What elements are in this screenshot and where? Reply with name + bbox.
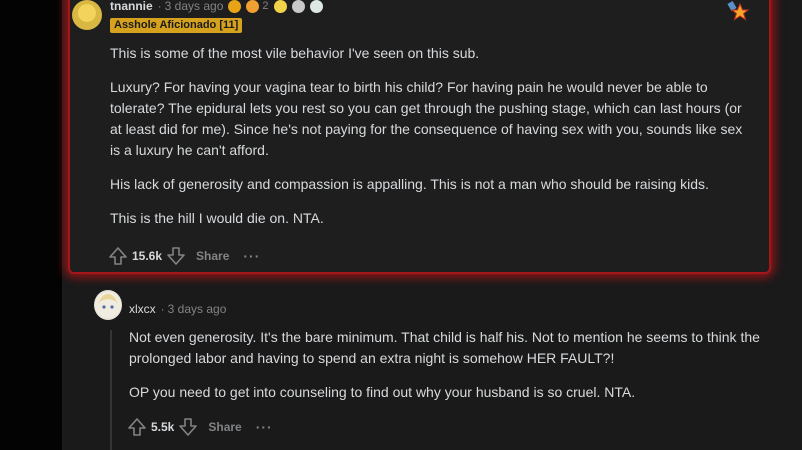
- upvote-icon[interactable]: [127, 417, 147, 437]
- avatar[interactable]: [72, 0, 102, 30]
- more-options-button[interactable]: ···: [256, 419, 273, 435]
- comment-body: Not even generosity. It's the bare minim…: [129, 327, 769, 416]
- award-icon[interactable]: [291, 0, 305, 13]
- username[interactable]: tnannie: [110, 0, 153, 13]
- downvote-icon[interactable]: [166, 246, 186, 266]
- timestamp[interactable]: 3 days ago: [168, 302, 227, 316]
- comment-header: xlxcx · 3 days ago: [129, 302, 226, 316]
- separator-dot: ·: [157, 0, 162, 13]
- thread-line[interactable]: [110, 330, 112, 450]
- left-margin: [0, 0, 62, 450]
- downvote-icon[interactable]: [178, 417, 198, 437]
- comment-actions: 5.5k Share ···: [127, 417, 273, 437]
- separator-dot: ·: [160, 302, 165, 316]
- more-options-button[interactable]: ···: [243, 248, 260, 264]
- award-icon[interactable]: [228, 0, 242, 13]
- comment-paragraph: This is the hill I would die on. NTA.: [110, 210, 324, 226]
- upvote-icon[interactable]: [108, 246, 128, 266]
- username[interactable]: xlxcx: [129, 302, 156, 316]
- user-flair: Asshole Aficionado [11]: [110, 18, 243, 33]
- comment-paragraph: His lack of generosity and compassion is…: [110, 176, 709, 192]
- comment-paragraph: Not even generosity. It's the bare minim…: [129, 329, 760, 366]
- comment-paragraph: OP you need to get into counseling to fi…: [129, 384, 636, 400]
- award-count: 2: [262, 0, 269, 12]
- vote-score: 15.6k: [132, 249, 163, 263]
- award-star-icon[interactable]: [727, 0, 749, 22]
- award-icon[interactable]: [246, 0, 260, 13]
- comment-header: tnannie · 3 days ago 2: [110, 0, 323, 14]
- award-icon[interactable]: [273, 0, 287, 13]
- share-button[interactable]: Share: [208, 420, 241, 434]
- vote-score: 5.5k: [151, 420, 175, 434]
- comment-actions: 15.6k Share ···: [108, 246, 260, 266]
- comment-paragraph: This is some of the most vile behavior I…: [110, 45, 480, 61]
- avatar[interactable]: [94, 290, 122, 320]
- timestamp[interactable]: 3 days ago: [165, 0, 224, 13]
- share-button[interactable]: Share: [196, 249, 229, 263]
- award-icon[interactable]: [309, 0, 323, 13]
- comment-paragraph: Luxury? For having your vagina tear to b…: [110, 79, 743, 158]
- comment-body: This is some of the most vile behavior I…: [110, 43, 750, 242]
